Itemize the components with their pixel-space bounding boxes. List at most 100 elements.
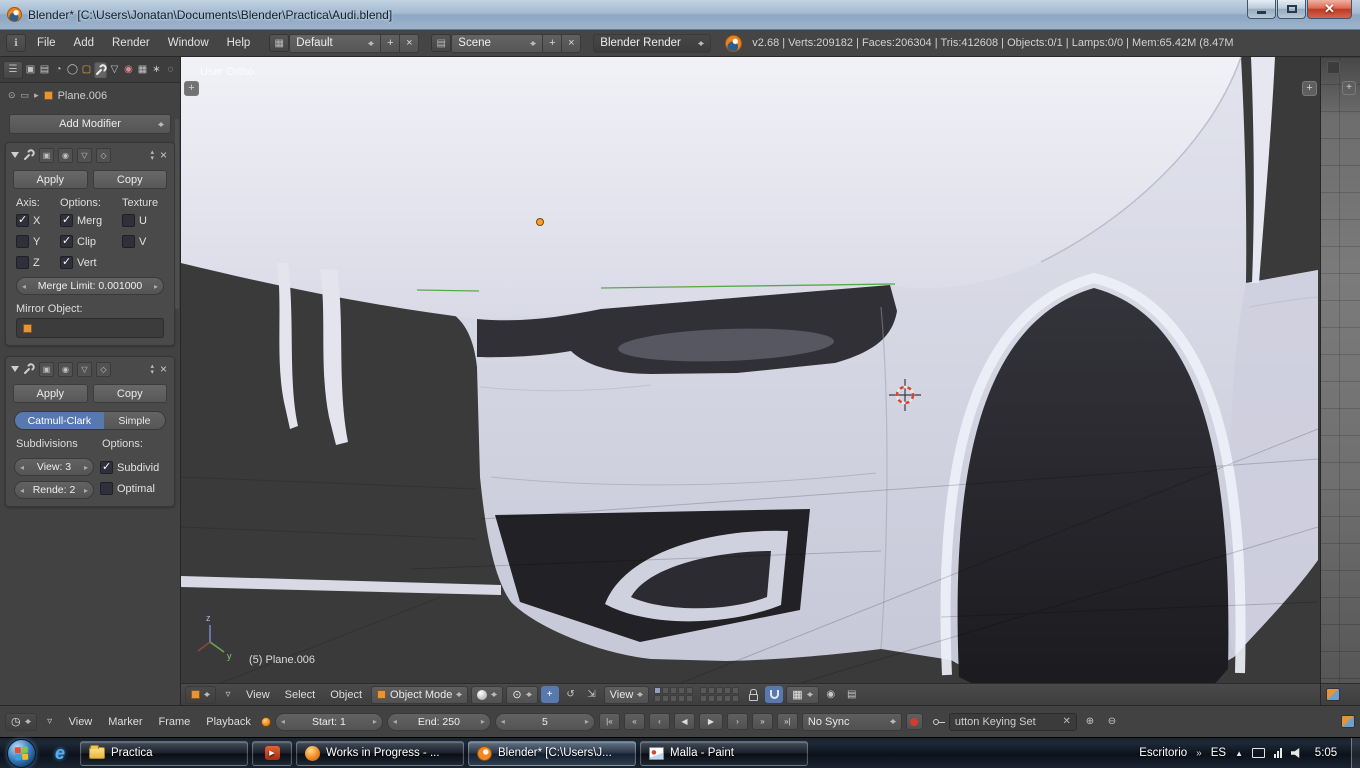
play-button[interactable]: ▶ bbox=[698, 713, 723, 730]
add-modifier-dropdown[interactable]: Add Modifier bbox=[9, 114, 171, 134]
taskbar-item-browser[interactable]: Works in Progress - ... bbox=[296, 740, 464, 766]
mode-selector[interactable]: Object Mode bbox=[371, 685, 469, 704]
editor-type-properties-icon[interactable]: ☰ bbox=[3, 60, 23, 79]
subsurf-render-field[interactable]: Rende: 2 bbox=[14, 481, 94, 499]
npanel-expand-icon[interactable]: + bbox=[1302, 81, 1317, 96]
play-reverse-button[interactable]: ◀ bbox=[673, 713, 695, 730]
manipulator-scale-button[interactable]: ⇲ bbox=[583, 686, 601, 703]
drag-grip-icon[interactable]: ▴ ▾ bbox=[150, 363, 154, 376]
auto-keyframe-button[interactable] bbox=[905, 713, 923, 730]
menu-add[interactable]: Add bbox=[67, 37, 101, 49]
modifier-edit-toggle[interactable]: ▽ bbox=[77, 147, 92, 163]
drag-grip-icon[interactable]: ▴ ▾ bbox=[150, 149, 154, 162]
subsurf-apply-button[interactable]: Apply bbox=[13, 384, 88, 403]
keying-set-icon-button[interactable] bbox=[927, 713, 945, 730]
mirror-object-selector[interactable] bbox=[16, 318, 164, 338]
taskbar-item-practica[interactable]: Practica bbox=[80, 740, 248, 766]
checkbox-clip[interactable]: Clip bbox=[60, 234, 122, 248]
taskbar-item-internet-explorer[interactable]: e bbox=[44, 740, 76, 766]
modifier-close-icon[interactable]: × bbox=[158, 148, 169, 162]
viewport-menu-select[interactable]: Select bbox=[279, 689, 322, 701]
active-keying-set-field[interactable]: utton Keying Set ✕ bbox=[948, 712, 1077, 731]
checkbox-texture-v[interactable]: V bbox=[122, 235, 166, 248]
editor-type-info-icon[interactable]: ℹ bbox=[6, 34, 26, 52]
show-desktop-button[interactable] bbox=[1351, 738, 1360, 768]
desktop-toolbar-label[interactable]: Escritorio bbox=[1139, 747, 1187, 759]
clock[interactable]: 5:05 bbox=[1311, 747, 1341, 759]
modifier-edit-toggle[interactable]: ▽ bbox=[77, 361, 92, 377]
checkbox-texture-u[interactable]: U bbox=[122, 214, 166, 227]
scene-icon[interactable]: ▤ bbox=[431, 34, 452, 52]
sync-mode-selector[interactable]: No Sync bbox=[801, 712, 902, 731]
properties-tab-scene[interactable]: ◔ bbox=[52, 61, 65, 78]
properties-tab-data[interactable]: ▽ bbox=[108, 61, 121, 78]
clear-keying-set-icon[interactable]: ✕ bbox=[1063, 716, 1071, 727]
layout-delete-button[interactable]: × bbox=[400, 33, 420, 53]
region-expand-icon[interactable]: + bbox=[1342, 81, 1356, 95]
checkbox-subdivide-uvs[interactable]: Subdivid bbox=[100, 460, 166, 474]
right-region-widget[interactable] bbox=[1327, 61, 1340, 74]
properties-tab-render-layers[interactable]: ▤ bbox=[38, 61, 51, 78]
volume-icon[interactable] bbox=[1291, 748, 1300, 758]
insert-keyframe-button[interactable]: ⊕ bbox=[1081, 713, 1099, 730]
jump-to-end-button[interactable]: »| bbox=[776, 713, 798, 730]
previous-frame-button[interactable]: ‹ bbox=[648, 713, 670, 730]
properties-tab-object[interactable]: ▢ bbox=[80, 61, 93, 78]
maximize-button[interactable] bbox=[1277, 0, 1306, 19]
modifier-close-icon[interactable]: × bbox=[158, 362, 169, 376]
preview-range-icon[interactable] bbox=[260, 716, 271, 727]
checkbox-merge[interactable]: Merg bbox=[60, 213, 122, 227]
merge-limit-field[interactable]: Merge Limit: 0.001000 bbox=[16, 277, 164, 295]
object-origin-dot[interactable] bbox=[536, 218, 544, 226]
expand-triangle-icon[interactable] bbox=[11, 366, 19, 376]
timeline-menu-playback[interactable]: Playback bbox=[200, 716, 257, 728]
timeline-menu-frame[interactable]: Frame bbox=[153, 716, 197, 728]
current-frame-field[interactable]: 5 bbox=[494, 712, 595, 731]
modifier-mirror-header[interactable]: ▣ ◉ ▽ ◇ ▴ ▾ × bbox=[6, 143, 174, 167]
timeline-corner-icon[interactable] bbox=[1341, 715, 1355, 728]
catmull-clark-button[interactable]: Catmull-Clark bbox=[15, 412, 104, 429]
expand-triangle-icon[interactable] bbox=[11, 152, 19, 162]
properties-tab-physics[interactable]: ◌ bbox=[164, 61, 177, 78]
viewport-shading-selector[interactable] bbox=[471, 685, 504, 704]
editor-type-icon-right[interactable] bbox=[1326, 688, 1340, 701]
transform-orientation-selector[interactable]: View bbox=[603, 685, 650, 704]
show-hidden-icons-button[interactable]: ▲ bbox=[1235, 749, 1243, 758]
manipulator-rotate-button[interactable]: ↺ bbox=[562, 686, 580, 703]
opengl-render-anim-button[interactable]: ▤ bbox=[843, 686, 861, 703]
taskbar-item-blender[interactable]: Blender* [C:\Users\J... bbox=[468, 740, 636, 766]
subsurf-copy-button[interactable]: Copy bbox=[92, 384, 167, 403]
viewport-menu-object[interactable]: Object bbox=[324, 689, 368, 701]
menu-window[interactable]: Window bbox=[161, 37, 216, 49]
taskbar-item-media-player[interactable]: ▶ bbox=[252, 740, 292, 766]
properties-tab-texture[interactable]: ▦ bbox=[136, 61, 149, 78]
properties-tab-material[interactable]: ◉ bbox=[122, 61, 135, 78]
menu-collapse-icon[interactable]: ▿ bbox=[219, 686, 237, 703]
checkbox-optimal-display[interactable]: Optimal bbox=[100, 482, 166, 495]
menu-file[interactable]: File bbox=[30, 37, 63, 49]
layers-widget-left[interactable] bbox=[654, 687, 694, 702]
modifier-subsurf-header[interactable]: ▣ ◉ ▽ ◇ ▴ ▾ × bbox=[6, 357, 174, 381]
viewport-canvas[interactable]: z y bbox=[181, 57, 1320, 683]
language-indicator[interactable]: ES bbox=[1211, 747, 1226, 759]
checkbox-axis-z[interactable]: Z bbox=[16, 256, 60, 269]
delete-keyframe-button[interactable]: ⊖ bbox=[1103, 713, 1121, 730]
mirror-copy-button[interactable]: Copy bbox=[92, 170, 167, 189]
minimize-button[interactable] bbox=[1247, 0, 1276, 19]
3d-viewport[interactable]: z y User Ortho (5) Plane.006 + + ▿ View … bbox=[181, 57, 1320, 705]
properties-tab-modifiers[interactable] bbox=[94, 61, 107, 78]
modifier-render-toggle[interactable]: ▣ bbox=[39, 361, 54, 377]
screen-layout-selector[interactable]: Default bbox=[289, 33, 382, 53]
previous-keyframe-button[interactable]: « bbox=[623, 713, 645, 730]
timeline-menu-marker[interactable]: Marker bbox=[102, 716, 148, 728]
layers-widget-right[interactable] bbox=[700, 687, 740, 702]
menu-help[interactable]: Help bbox=[220, 37, 258, 49]
right-viewport-region[interactable]: + bbox=[1320, 57, 1360, 705]
taskbar-item-paint[interactable]: Malla - Paint bbox=[640, 740, 808, 766]
next-frame-button[interactable]: › bbox=[726, 713, 748, 730]
scene-selector[interactable]: Scene bbox=[451, 33, 544, 53]
menu-collapse-icon[interactable]: ▿ bbox=[41, 713, 59, 730]
breadcrumb-object-name[interactable]: Plane.006 bbox=[58, 90, 108, 102]
mirror-apply-button[interactable]: Apply bbox=[13, 170, 88, 189]
snap-element-selector[interactable]: ▦ bbox=[786, 685, 819, 704]
